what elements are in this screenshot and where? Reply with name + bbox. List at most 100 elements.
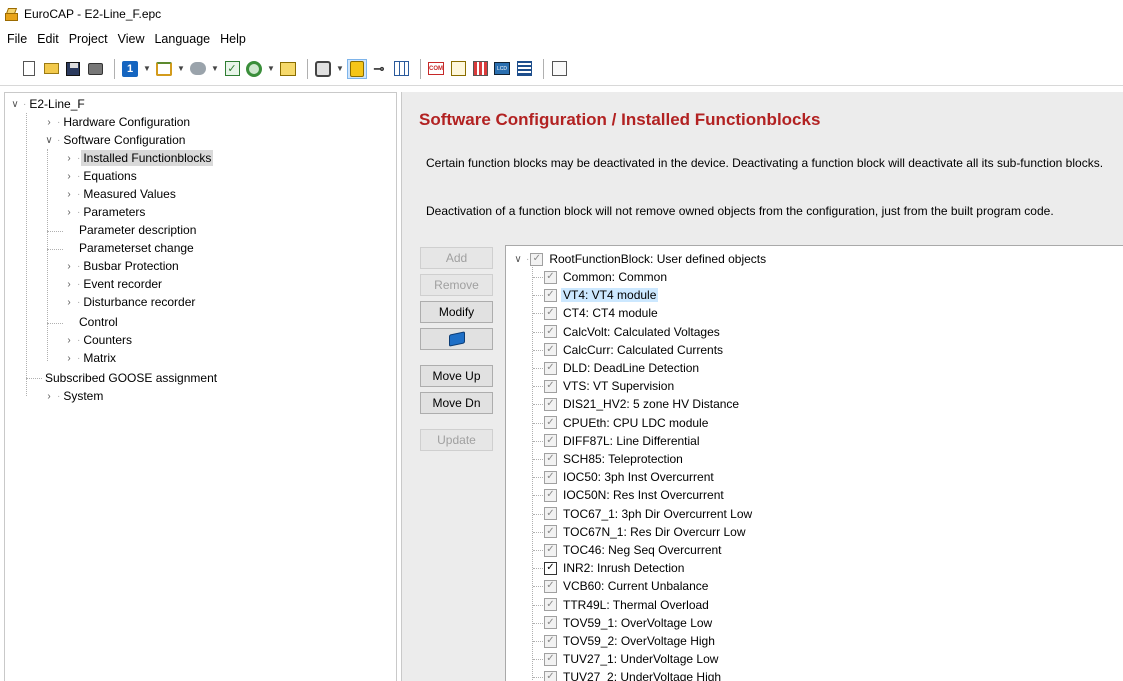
inspect-icon[interactable]	[314, 60, 332, 78]
function-block-item[interactable]: ✓ IOC50N: Res Inst Overcurrent	[544, 486, 726, 504]
tree-item-hardware[interactable]: › · Hardware Configuration	[43, 113, 192, 131]
function-block-item[interactable]: ✓ TOC67N_1: Res Dir Overcurr Low	[544, 523, 748, 541]
save-icon[interactable]	[64, 60, 82, 78]
checkbox[interactable]: ✓	[544, 452, 557, 466]
function-block-item[interactable]: ✓ SCH85: Teleprotection	[544, 450, 685, 468]
menu-view[interactable]: View	[113, 30, 150, 48]
chevron-right-icon[interactable]: ›	[63, 279, 75, 290]
checkbox[interactable]: ✓	[544, 397, 557, 411]
open-folder-icon[interactable]	[42, 60, 60, 78]
menu-help[interactable]: Help	[215, 30, 251, 48]
tree-item-disturbance-recorder[interactable]: › · Disturbance recorder	[63, 293, 197, 311]
checkbox[interactable]: ✓	[544, 525, 557, 539]
function-block-tree[interactable]: ∨ · ✓ RootFunctionBlock: User defined obj…	[505, 245, 1123, 681]
function-block-item[interactable]: ✓ TOV59_1: OverVoltage Low	[544, 614, 714, 632]
checkbox[interactable]: ✓	[544, 379, 557, 393]
function-block-item[interactable]: ✓ IOC50: 3ph Inst Overcurrent	[544, 468, 716, 486]
checkbox[interactable]: ✓	[544, 434, 557, 448]
tree-item-parameter-description[interactable]: Parameter description	[77, 221, 198, 239]
menu-edit[interactable]: Edit	[32, 30, 64, 48]
tree-item-matrix[interactable]: › · Matrix	[63, 349, 118, 367]
checkbox[interactable]: ✓	[544, 470, 557, 484]
checkbox[interactable]: ✓	[544, 343, 557, 357]
tree-item-subscribed-goose[interactable]: Subscribed GOOSE assignment	[43, 369, 219, 387]
tree-item-installed-functionblocks[interactable]: › · Installed Functionblocks	[63, 149, 214, 167]
function-block-item[interactable]: ✓ TOV59_2: OverVoltage High	[544, 632, 717, 650]
function-block-root[interactable]: ∨ · ✓ RootFunctionBlock: User defined obj…	[512, 250, 768, 268]
checkbox[interactable]: ✓	[544, 507, 557, 521]
function-block-item[interactable]: ✓ TTR49L: Thermal Overload	[544, 596, 711, 614]
checkbox[interactable]: ✓	[544, 561, 557, 575]
chevron-down-icon[interactable]: ∨	[512, 254, 524, 265]
tree-item-software[interactable]: ∨ · Software Configuration	[43, 131, 187, 149]
checkbox[interactable]: ✓	[544, 652, 557, 666]
checkbox[interactable]: ✓	[544, 361, 557, 375]
checkbox[interactable]: ✓	[544, 416, 557, 430]
checkbox[interactable]: ✓	[530, 252, 544, 266]
gear-icon[interactable]	[245, 60, 263, 78]
tree-item-event-recorder[interactable]: › · Event recorder	[63, 275, 164, 293]
function-block-item[interactable]: ✓ DIS21_HV2: 5 zone HV Distance	[544, 395, 741, 413]
new-document-icon[interactable]	[20, 60, 38, 78]
chevron-right-icon[interactable]: ›	[63, 297, 75, 308]
checkbox[interactable]: ✓	[544, 616, 557, 630]
tree-icon[interactable]	[279, 60, 297, 78]
chevron-down-icon[interactable]: ▼	[267, 64, 275, 73]
menu-project[interactable]: Project	[64, 30, 113, 48]
checkbox[interactable]: ✓	[544, 670, 557, 681]
project-tree[interactable]: ∨ · E2-Line_F › · Hardware Configuration ∨…	[4, 92, 397, 681]
print-icon[interactable]	[86, 60, 104, 78]
gray-device-icon[interactable]	[189, 60, 207, 78]
key-icon[interactable]: ⊸	[370, 60, 388, 78]
com-icon[interactable]: COM	[427, 60, 445, 78]
function-block-item[interactable]: ✓ CPUEth: CPU LDC module	[544, 414, 710, 432]
menu-file[interactable]: File	[2, 30, 32, 48]
chevron-down-icon[interactable]: ▼	[336, 64, 344, 73]
edit-icon[interactable]	[449, 60, 467, 78]
checkbox[interactable]: ✓	[544, 488, 557, 502]
tree-item-measured-values[interactable]: › · Measured Values	[63, 185, 178, 203]
chevron-down-icon[interactable]: ▼	[211, 64, 219, 73]
checkbox[interactable]: ✓	[544, 306, 557, 320]
tree-item-counters[interactable]: › · Counters	[63, 331, 134, 349]
tree-item-parameters[interactable]: › · Parameters	[63, 203, 147, 221]
book-button[interactable]	[420, 328, 493, 350]
list-icon[interactable]	[515, 60, 533, 78]
columns-icon[interactable]	[471, 60, 489, 78]
chevron-right-icon[interactable]: ›	[43, 391, 55, 402]
tree-item-busbar-protection[interactable]: › · Busbar Protection	[63, 257, 181, 275]
function-block-item[interactable]: ✓ Common: Common	[544, 268, 669, 286]
chevron-down-icon[interactable]: ▼	[143, 64, 151, 73]
chevron-right-icon[interactable]: ›	[43, 117, 55, 128]
function-block-item[interactable]: ✓ INR2: Inrush Detection	[544, 559, 686, 577]
grid-icon[interactable]	[392, 60, 410, 78]
check-config-icon[interactable]: ✓	[223, 60, 241, 78]
lock-icon[interactable]	[347, 58, 367, 79]
function-block-item[interactable]: ✓ TUV27_2: UnderVoltage High	[544, 668, 723, 681]
chevron-down-icon[interactable]: ▼	[177, 64, 185, 73]
function-block-item[interactable]: ✓ VCB60: Current Unbalance	[544, 577, 710, 595]
chevron-right-icon[interactable]: ›	[63, 207, 75, 218]
chevron-right-icon[interactable]: ›	[63, 261, 75, 272]
chevron-right-icon[interactable]: ›	[63, 335, 75, 346]
properties-icon[interactable]	[550, 60, 568, 78]
function-block-item[interactable]: ✓ CT4: CT4 module	[544, 304, 660, 322]
function-block-item[interactable]: ✓ CalcVolt: Calculated Voltages	[544, 323, 722, 341]
function-block-item[interactable]: ✓ TUV27_1: UnderVoltage Low	[544, 650, 720, 668]
function-block-item[interactable]: ✓ DIFF87L: Line Differential	[544, 432, 702, 450]
tree-item-system[interactable]: › · System	[43, 387, 105, 405]
chevron-down-icon[interactable]: ∨	[9, 99, 21, 110]
update-button[interactable]: Update	[420, 429, 493, 451]
function-block-item[interactable]: ✓ VTS: VT Supervision	[544, 377, 676, 395]
checkbox[interactable]: ✓	[544, 598, 557, 612]
function-block-item[interactable]: ✓ TOC67_1: 3ph Dir Overcurrent Low	[544, 505, 754, 523]
checkbox[interactable]: ✓	[544, 270, 557, 284]
function-block-item[interactable]: ✓ DLD: DeadLine Detection	[544, 359, 701, 377]
network-icon[interactable]	[155, 60, 173, 78]
checkbox[interactable]: ✓	[544, 543, 557, 557]
lcd-icon[interactable]: LCD	[493, 60, 511, 78]
move-up-button[interactable]: Move Up	[420, 365, 493, 387]
function-block-item[interactable]: ✓ VT4: VT4 module	[544, 286, 659, 304]
chevron-right-icon[interactable]: ›	[63, 189, 75, 200]
chevron-right-icon[interactable]: ›	[63, 153, 75, 164]
